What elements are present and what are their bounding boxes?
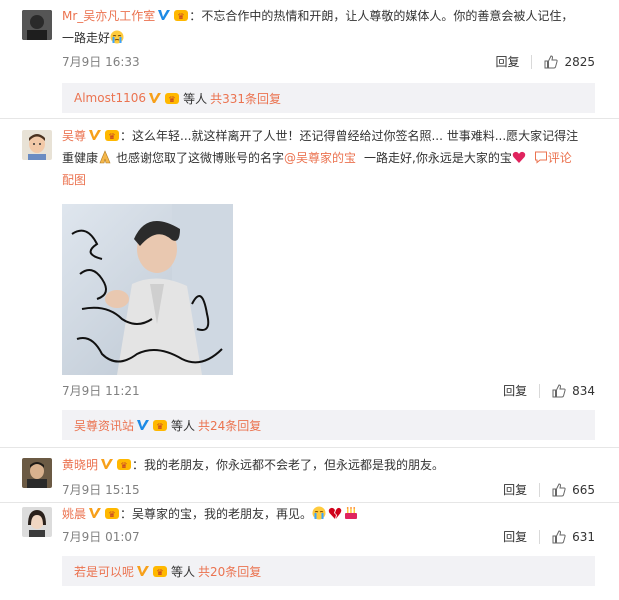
comment-time: 7月9日 11:21 [62,384,140,398]
comment-divider [0,447,619,448]
avatar-image [22,10,52,40]
comment-text: 吴尊家的宝，我的老朋友，再见。 [132,507,313,521]
comment-divider [0,118,619,119]
avatar[interactable] [22,458,52,488]
verified-yellow-icon [149,93,162,103]
thumbs-up-icon [552,482,566,496]
comment-bubble-icon [534,151,547,164]
sub-reply-count[interactable]: 共20条回复 [198,563,261,580]
divider [539,383,541,398]
sub-reply-suffix: 等人 [171,418,196,433]
like-button[interactable]: 2825 [544,55,595,69]
comment-text-end: 一路走好,你永远是大家的宝 [364,151,512,165]
like-count: 2825 [564,54,595,69]
svg-text:♛: ♛ [178,12,185,21]
thumbs-up-icon [552,383,566,397]
svg-text:♛: ♛ [120,461,127,470]
avatar-image [22,458,52,488]
commenter-name[interactable]: Mr_吴亦凡工作室 [62,9,155,23]
candle-cake-icon [345,507,358,519]
fan-badge-icon: ♛ [165,92,180,104]
like-count: 631 [572,529,595,544]
commenter-name[interactable]: 黄晓明 [62,458,98,472]
comment-text: 不忘合作中的热情和开朗，让人尊敬的媒体人。你的善意会被人记住， [201,9,574,23]
comment-text-thanks: 也感谢您取了这微博账号的名字 [116,151,285,165]
divider [539,482,541,497]
crying-emoji-icon [312,506,326,520]
avatar-image [22,130,52,160]
mention-link[interactable]: @吴尊家的宝 [284,151,356,165]
comment-time: 7月9日 15:15 [62,483,140,497]
fan-badge-icon: ♛ [153,565,168,577]
colon: ： [120,129,133,143]
fan-badge-icon: ♛ [174,10,189,21]
comment-text-cont: 一路走好 [62,31,111,45]
reply-button[interactable]: 回复 [495,53,519,70]
avatar[interactable] [22,130,52,160]
like-count: 834 [572,383,595,398]
reply-button[interactable]: 回复 [503,481,527,498]
comment-link[interactable]: 评论 [534,151,572,165]
svg-text:♛: ♛ [168,95,175,104]
verified-yellow-icon [89,508,102,518]
like-count: 665 [572,482,595,497]
like-button[interactable]: 834 [552,384,595,398]
verified-yellow-icon [101,459,114,469]
reply-button[interactable]: 回复 [503,528,527,545]
fan-badge-icon: ♛ [153,419,168,431]
svg-text:♛: ♛ [156,422,163,431]
avatar-image [22,507,52,537]
sub-reply-suffix: 等人 [171,564,196,579]
verified-yellow-icon [137,566,150,576]
divider [539,529,541,544]
sub-reply-name[interactable]: 吴尊资讯站 [74,417,134,434]
verified-blue-icon [158,10,171,20]
sub-reply-suffix: 等人 [183,91,208,106]
comment-text-cont: 重健康 [62,151,99,165]
fan-badge-icon: ♛ [105,508,120,519]
verified-yellow-icon [89,130,102,140]
like-button[interactable]: 631 [552,530,595,544]
avatar[interactable] [22,10,52,40]
attached-photo[interactable] [62,204,233,375]
fan-badge-icon: ♛ [105,130,120,141]
svg-text:♛: ♛ [156,568,163,577]
svg-text:♛: ♛ [108,132,115,141]
sub-reply-count[interactable]: 共331条回复 [210,90,281,107]
pic-label-link[interactable]: 配图 [62,173,86,187]
sub-reply-summary[interactable]: 若是可以呢 ♛ 等人 共20条回复 [62,556,595,586]
comment-time: 7月9日 01:07 [62,530,140,544]
praying-hands-icon [99,150,111,164]
sub-reply-summary[interactable]: 吴尊资讯站 ♛ 等人 共24条回复 [62,410,595,440]
sub-reply-summary[interactable]: Almost1106 ♛ 等人 共331条回复 [62,83,595,113]
red-heart-icon [512,151,526,163]
thumbs-up-icon [552,529,566,543]
comment-text: 我的老朋友，你永远都不会老了，但永远都是我的朋友。 [144,458,445,472]
thumbs-up-icon [544,54,559,68]
sub-reply-name[interactable]: Almost1106 [74,91,146,105]
commenter-name[interactable]: 吴尊 [62,129,86,143]
colon: ： [120,507,133,521]
avatar[interactable] [22,507,52,537]
fan-badge-icon: ♛ [117,459,132,470]
commenter-name[interactable]: 姚晨 [62,507,86,521]
reply-button[interactable]: 回复 [503,382,527,399]
like-button[interactable]: 665 [552,483,595,497]
broken-heart-icon [328,507,342,519]
colon: ： [132,458,145,472]
signed-photo-image [62,204,233,375]
colon: ： [189,9,202,23]
comment-time: 7月9日 16:33 [62,55,140,69]
divider [531,54,533,69]
crying-emoji-icon [110,30,124,44]
svg-text:♛: ♛ [108,510,115,519]
sub-reply-name[interactable]: 若是可以呢 [74,563,134,580]
verified-blue-icon [137,420,150,430]
comment-text: 这么年轻...就这样离开了人世！还记得曾经给过你签名照... 世事难料...愿大… [132,129,579,143]
sub-reply-count[interactable]: 共24条回复 [198,417,261,434]
